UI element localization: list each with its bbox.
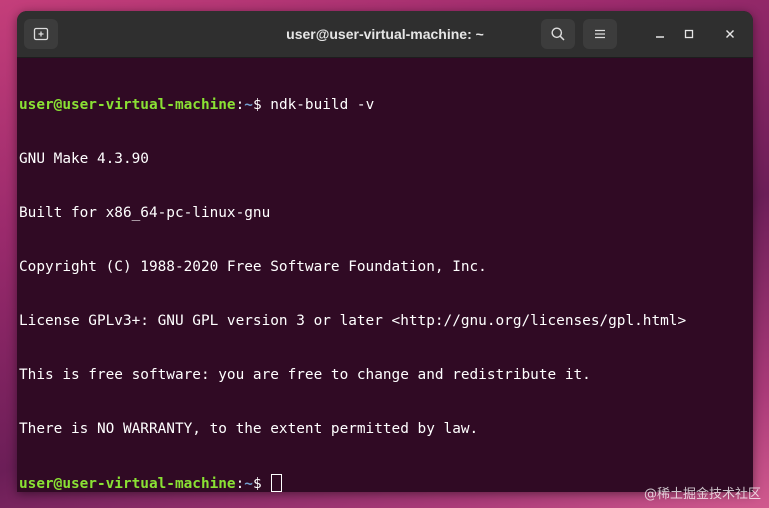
text-cursor [271,474,283,492]
output-line: Copyright (C) 1988-2020 Free Software Fo… [19,259,487,275]
window-title: user@user-virtual-machine: ~ [286,26,484,42]
watermark: @稀土掘金技术社区 [643,487,761,502]
prompt-user: user@user-virtual-machine [19,476,236,492]
hamburger-menu-icon [595,29,605,39]
prompt-line: user@user-virtual-machine:~$ ndk-build -… [19,96,753,114]
new-tab-icon [33,27,49,41]
close-button[interactable] [715,19,745,49]
minimize-button[interactable] [645,19,675,49]
prompt-separator: : [235,97,245,113]
prompt-separator: : [235,476,245,492]
maximize-button[interactable] [674,19,704,49]
search-icon [551,27,565,41]
prompt-user: user@user-virtual-machine [19,97,236,113]
prompt-path: ~ [244,476,253,492]
command-text: ndk-build -v [270,97,375,113]
terminal-output[interactable]: user@user-virtual-machine:~$ ndk-build -… [17,58,753,492]
minimize-icon [656,36,664,38]
output-line: This is free software: you are free to c… [19,367,591,383]
active-prompt-line[interactable]: user@user-virtual-machine:~$ [19,474,753,492]
prompt-symbol: $ [252,97,271,113]
new-tab-button[interactable] [24,19,58,49]
terminal-window: user@user-virtual-machine: ~ user@user-v… [17,11,753,492]
title-bar[interactable]: user@user-virtual-machine: ~ [17,11,753,58]
prompt-symbol: $ [252,476,271,492]
close-icon [726,30,734,38]
output-line: There is NO WARRANTY, to the extent perm… [19,421,479,437]
output-line: Built for x86_64-pc-linux-gnu [19,205,271,221]
menu-button[interactable] [583,19,617,49]
output-line: GNU Make 4.3.90 [19,151,149,167]
search-button[interactable] [541,19,575,49]
output-line: License GPLv3+: GNU GPL version 3 or lat… [19,313,687,329]
maximize-icon [684,29,694,39]
prompt-path: ~ [244,97,253,113]
